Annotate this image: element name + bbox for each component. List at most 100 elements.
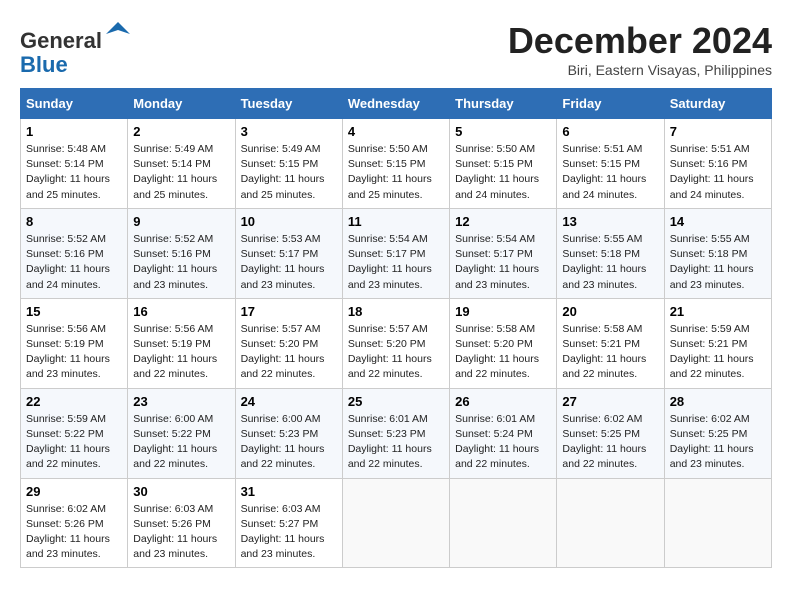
day-info: Sunrise: 5:55 AMSunset: 5:18 PMDaylight:…: [670, 232, 766, 293]
table-row: 24 Sunrise: 6:00 AMSunset: 5:23 PMDayligh…: [235, 388, 342, 478]
table-row: 5 Sunrise: 5:50 AMSunset: 5:15 PMDaylight…: [450, 119, 557, 209]
table-row: 3 Sunrise: 5:49 AMSunset: 5:15 PMDaylight…: [235, 119, 342, 209]
day-number: 15: [26, 304, 122, 319]
calendar-body: 1Sunrise: 5:48 AMSunset: 5:14 PMDaylight…: [21, 119, 772, 568]
logo: General Blue: [20, 20, 132, 77]
table-row: 4 Sunrise: 5:50 AMSunset: 5:15 PMDaylight…: [342, 119, 449, 209]
day-number: 17: [241, 304, 337, 319]
table-row: 15Sunrise: 5:56 AMSunset: 5:19 PMDayligh…: [21, 298, 128, 388]
day-number: 1: [26, 124, 122, 139]
day-number: 27: [562, 394, 658, 409]
day-info: Sunrise: 5:49 AMSunset: 5:15 PMDaylight:…: [241, 142, 337, 203]
page-header: General Blue December 2024 Biri, Eastern…: [20, 20, 772, 78]
day-number: 20: [562, 304, 658, 319]
day-number: 31: [241, 484, 337, 499]
day-info: Sunrise: 5:59 AMSunset: 5:22 PMDaylight:…: [26, 412, 122, 473]
table-row: 20 Sunrise: 5:58 AMSunset: 5:21 PMDayligh…: [557, 298, 664, 388]
col-tuesday: Tuesday: [235, 89, 342, 119]
location: Biri, Eastern Visayas, Philippines: [508, 62, 772, 78]
table-row: 10 Sunrise: 5:53 AMSunset: 5:17 PMDayligh…: [235, 208, 342, 298]
day-number: 19: [455, 304, 551, 319]
day-number: 5: [455, 124, 551, 139]
table-row: 22 Sunrise: 5:59 AMSunset: 5:22 PMDayligh…: [21, 388, 128, 478]
table-row: 12Sunrise: 5:54 AMSunset: 5:17 PMDayligh…: [450, 208, 557, 298]
day-number: 11: [348, 214, 444, 229]
day-number: 21: [670, 304, 766, 319]
month-title: December 2024: [508, 20, 772, 62]
day-number: 16: [133, 304, 229, 319]
header-row: Sunday Monday Tuesday Wednesday Thursday…: [21, 89, 772, 119]
table-row: [557, 478, 664, 568]
table-row: [450, 478, 557, 568]
day-number: 9: [133, 214, 229, 229]
day-info: Sunrise: 5:52 AMSunset: 5:16 PMDaylight:…: [133, 232, 229, 293]
table-row: 23Sunrise: 6:00 AMSunset: 5:22 PMDayligh…: [128, 388, 235, 478]
day-number: 24: [241, 394, 337, 409]
day-info: Sunrise: 5:50 AMSunset: 5:15 PMDaylight:…: [348, 142, 444, 203]
day-info: Sunrise: 5:50 AMSunset: 5:15 PMDaylight:…: [455, 142, 551, 203]
day-info: Sunrise: 6:01 AMSunset: 5:23 PMDaylight:…: [348, 412, 444, 473]
day-number: 26: [455, 394, 551, 409]
day-number: 3: [241, 124, 337, 139]
col-wednesday: Wednesday: [342, 89, 449, 119]
day-number: 28: [670, 394, 766, 409]
table-row: 30Sunrise: 6:03 AMSunset: 5:26 PMDayligh…: [128, 478, 235, 568]
table-row: 27Sunrise: 6:02 AMSunset: 5:25 PMDayligh…: [557, 388, 664, 478]
table-row: 25 Sunrise: 6:01 AMSunset: 5:23 PMDayligh…: [342, 388, 449, 478]
table-row: 17 Sunrise: 5:57 AMSunset: 5:20 PMDayligh…: [235, 298, 342, 388]
day-info: Sunrise: 5:54 AMSunset: 5:17 PMDaylight:…: [455, 232, 551, 293]
day-number: 2: [133, 124, 229, 139]
day-info: Sunrise: 6:01 AMSunset: 5:24 PMDaylight:…: [455, 412, 551, 473]
calendar-week-row: 15 Sunrise: 5:56 AMSunset: 5:19 PMDayligh…: [21, 298, 772, 388]
day-number: 6: [562, 124, 658, 139]
day-info: Sunrise: 5:56 AMSunset: 5:19 PMDaylight:…: [133, 322, 229, 383]
day-info: Sunrise: 5:49 AMSunset: 5:14 PMDaylight:…: [133, 142, 229, 203]
table-row: 1Sunrise: 5:48 AMSunset: 5:14 PMDaylight…: [21, 119, 128, 209]
table-row: 11 Sunrise: 5:54 AMSunset: 5:17 PMDayligh…: [342, 208, 449, 298]
day-info: Sunrise: 5:57 AMSunset: 5:20 PMDaylight:…: [241, 322, 337, 383]
day-info: Sunrise: 5:57 AMSunset: 5:20 PMDaylight:…: [348, 322, 444, 383]
table-row: 13 Sunrise: 5:55 AMSunset: 5:18 PMDayligh…: [557, 208, 664, 298]
day-number: 7: [670, 124, 766, 139]
day-number: 25: [348, 394, 444, 409]
logo-blue: Blue: [20, 52, 68, 77]
day-info: Sunrise: 5:59 AMSunset: 5:21 PMDaylight:…: [670, 322, 766, 383]
table-row: 18 Sunrise: 5:57 AMSunset: 5:20 PMDayligh…: [342, 298, 449, 388]
title-block: December 2024 Biri, Eastern Visayas, Phi…: [508, 20, 772, 78]
table-row: [664, 478, 771, 568]
day-number: 14: [670, 214, 766, 229]
table-row: [342, 478, 449, 568]
day-info: Sunrise: 5:53 AMSunset: 5:17 PMDaylight:…: [241, 232, 337, 293]
calendar-week-row: 8 Sunrise: 5:52 AMSunset: 5:16 PMDaylight…: [21, 208, 772, 298]
day-number: 30: [133, 484, 229, 499]
day-number: 29: [26, 484, 122, 499]
day-info: Sunrise: 6:03 AMSunset: 5:27 PMDaylight:…: [241, 502, 337, 563]
day-info: Sunrise: 5:55 AMSunset: 5:18 PMDaylight:…: [562, 232, 658, 293]
logo-general: General: [20, 28, 102, 53]
day-number: 8: [26, 214, 122, 229]
calendar-table: Sunday Monday Tuesday Wednesday Thursday…: [20, 88, 772, 568]
day-number: 4: [348, 124, 444, 139]
day-number: 13: [562, 214, 658, 229]
day-info: Sunrise: 5:54 AMSunset: 5:17 PMDaylight:…: [348, 232, 444, 293]
col-friday: Friday: [557, 89, 664, 119]
table-row: 14 Sunrise: 5:55 AMSunset: 5:18 PMDayligh…: [664, 208, 771, 298]
day-info: Sunrise: 5:58 AMSunset: 5:20 PMDaylight:…: [455, 322, 551, 383]
day-info: Sunrise: 6:00 AMSunset: 5:23 PMDaylight:…: [241, 412, 337, 473]
calendar-week-row: 29Sunrise: 6:02 AMSunset: 5:26 PMDayligh…: [21, 478, 772, 568]
day-info: Sunrise: 5:51 AMSunset: 5:16 PMDaylight:…: [670, 142, 766, 203]
table-row: 2 Sunrise: 5:49 AMSunset: 5:14 PMDaylight…: [128, 119, 235, 209]
day-info: Sunrise: 5:52 AMSunset: 5:16 PMDaylight:…: [26, 232, 122, 293]
table-row: 9 Sunrise: 5:52 AMSunset: 5:16 PMDaylight…: [128, 208, 235, 298]
table-row: 21 Sunrise: 5:59 AMSunset: 5:21 PMDayligh…: [664, 298, 771, 388]
day-info: Sunrise: 5:51 AMSunset: 5:15 PMDaylight:…: [562, 142, 658, 203]
table-row: 31 Sunrise: 6:03 AMSunset: 5:27 PMDayligh…: [235, 478, 342, 568]
col-monday: Monday: [128, 89, 235, 119]
day-info: Sunrise: 5:58 AMSunset: 5:21 PMDaylight:…: [562, 322, 658, 383]
day-number: 10: [241, 214, 337, 229]
day-number: 22: [26, 394, 122, 409]
day-number: 18: [348, 304, 444, 319]
day-number: 23: [133, 394, 229, 409]
table-row: 6 Sunrise: 5:51 AMSunset: 5:15 PMDaylight…: [557, 119, 664, 209]
col-thursday: Thursday: [450, 89, 557, 119]
